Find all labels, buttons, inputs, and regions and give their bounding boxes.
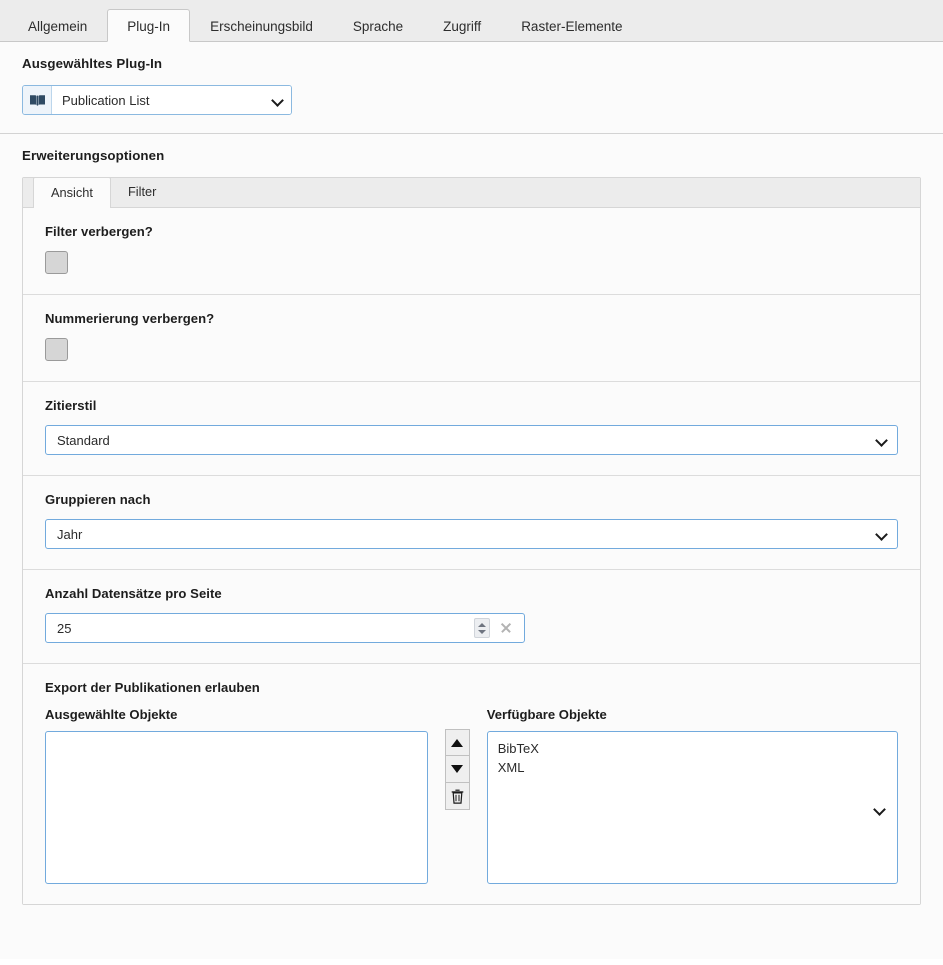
available-objects-column: Verfügbare Objekte BibTeX XML: [486, 707, 898, 884]
export-publications-label: Export der Publikationen erlauben: [45, 680, 260, 695]
list-action-buttons: [444, 707, 470, 810]
triangle-down-icon: [451, 765, 464, 773]
spinner-decrement-icon[interactable]: [478, 629, 486, 634]
hide-numbering-checkbox[interactable]: [45, 338, 68, 361]
move-up-button[interactable]: [444, 729, 470, 756]
hide-numbering-label: Nummerierung verbergen?: [45, 311, 215, 326]
move-down-button[interactable]: [444, 756, 470, 783]
group-by-label: Gruppieren nach: [45, 492, 151, 507]
chevron-down-icon[interactable]: [875, 804, 885, 814]
dual-list: Ausgewählte Objekte Verfügbare Objekte B…: [45, 707, 898, 884]
tab-zugriff[interactable]: Zugriff: [423, 9, 501, 42]
selected-objects-title: Ausgewählte Objekte: [45, 707, 178, 722]
hide-filter-label: Filter verbergen?: [45, 224, 153, 239]
spinner-increment-icon[interactable]: [478, 622, 486, 627]
tab-filter[interactable]: Filter: [111, 177, 173, 207]
selected-plugin-title: Ausgewähltes Plug-In: [22, 56, 163, 71]
spinner-up-down-icon[interactable]: [474, 618, 490, 638]
field-hide-filter: Filter verbergen?: [23, 208, 920, 294]
extension-options-title: Erweiterungsoptionen: [22, 148, 165, 163]
tab-sprache[interactable]: Sprache: [333, 9, 423, 42]
available-objects-list[interactable]: BibTeX XML: [486, 731, 898, 884]
section-bottom-spacer: [22, 905, 921, 927]
tab-panel-plugin: Ausgewähltes Plug-In Publication List Er…: [0, 42, 943, 959]
citation-style-label: Zitierstil: [45, 398, 97, 413]
plugin-select[interactable]: Publication List: [22, 85, 292, 115]
available-objects-title: Verfügbare Objekte: [486, 707, 607, 722]
citation-style-select[interactable]: Standard: [45, 425, 898, 455]
clear-x-icon[interactable]: [498, 620, 514, 636]
selected-objects-column: Ausgewählte Objekte: [45, 707, 428, 884]
inner-tabbar: Ansicht Filter: [23, 177, 920, 208]
tab-raster-elemente[interactable]: Raster-Elemente: [501, 9, 642, 42]
group-by-value: Jahr: [57, 526, 83, 542]
main-tabbar: Allgemein Plug-In Erscheinungsbild Sprac…: [0, 0, 943, 42]
citation-style-value: Standard: [57, 432, 110, 448]
tab-ansicht[interactable]: Ansicht: [33, 177, 111, 208]
extension-options-section: Erweiterungsoptionen Ansicht Filter Filt…: [0, 133, 943, 945]
records-per-page-label: Anzahl Datensätze pro Seite: [45, 586, 222, 601]
extension-options-tabs: Ansicht Filter Filter verbergen? Nummeri…: [22, 177, 921, 905]
field-export-publications: Export der Publikationen erlauben Ausgew…: [23, 663, 920, 904]
field-group-by: Gruppieren nach Jahr: [23, 475, 920, 569]
field-hide-numbering: Nummerierung verbergen?: [23, 294, 920, 381]
chevron-down-icon: [877, 435, 887, 445]
list-item[interactable]: XML: [498, 758, 887, 777]
plugin-select-value: Publication List: [62, 92, 150, 108]
tab-erscheinungsbild[interactable]: Erscheinungsbild: [190, 9, 333, 42]
tab-allgemein[interactable]: Allgemein: [8, 9, 107, 42]
open-book-icon: [23, 86, 52, 114]
plugin-config-screen: Allgemein Plug-In Erscheinungsbild Sprac…: [0, 0, 943, 965]
plugin-select-value-wrap[interactable]: Publication List: [52, 86, 291, 114]
field-records-per-page: Anzahl Datensätze pro Seite 25: [23, 569, 920, 663]
hide-filter-checkbox[interactable]: [45, 251, 68, 274]
tab-plugin[interactable]: Plug-In: [107, 9, 191, 42]
records-per-page-value: 25: [57, 620, 72, 636]
records-per-page-input[interactable]: 25: [45, 613, 525, 643]
trash-icon: [451, 789, 464, 804]
chevron-down-icon: [877, 529, 887, 539]
group-by-select[interactable]: Jahr: [45, 519, 898, 549]
list-item[interactable]: BibTeX: [498, 739, 887, 758]
panel-bottom-spacer: [0, 945, 943, 959]
triangle-up-icon: [451, 738, 464, 747]
field-citation-style: Zitierstil Standard: [23, 381, 920, 475]
selected-objects-list[interactable]: [45, 731, 428, 884]
delete-button[interactable]: [444, 783, 470, 810]
chevron-down-icon: [273, 95, 283, 105]
selected-plugin-section: Ausgewähltes Plug-In Publication List: [0, 42, 943, 133]
